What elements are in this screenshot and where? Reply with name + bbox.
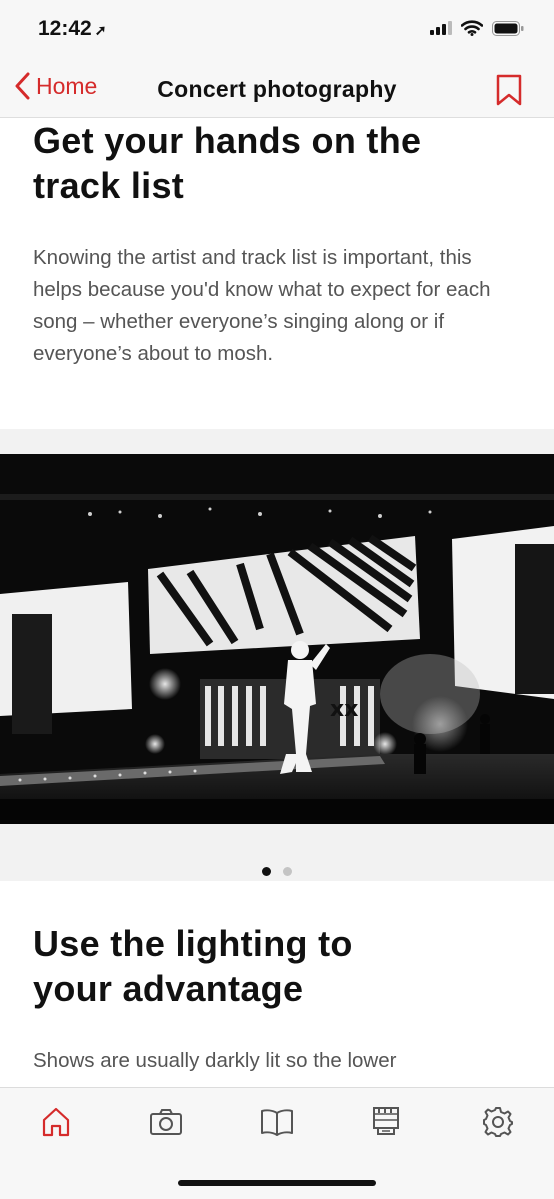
section-body-lighting: Shows are usually darkly lit so the lowe…	[33, 1049, 397, 1072]
concert-photo[interactable]: xx	[0, 454, 554, 824]
tab-settings[interactable]	[478, 1104, 518, 1140]
pagination-dot-2[interactable]	[283, 867, 292, 876]
tab-camera[interactable]	[146, 1104, 186, 1140]
section-heading-lighting: Use the lighting to your advantage	[33, 921, 523, 1011]
pagination-dot-1[interactable]	[262, 867, 271, 876]
status-time-text: 12:42	[38, 17, 92, 40]
gear-icon	[483, 1107, 513, 1137]
signal-icon	[430, 21, 452, 35]
navigation-bar: Home Concert photography	[0, 60, 554, 118]
bookmark-icon	[496, 74, 522, 106]
battery-icon	[492, 20, 524, 36]
camera-icon	[150, 1109, 182, 1135]
heading-line: Use the lighting to	[33, 923, 353, 964]
home-icon	[42, 1107, 70, 1137]
tab-film[interactable]	[366, 1104, 406, 1140]
article-content[interactable]: Get your hands on the track list Knowing…	[0, 119, 554, 1087]
film-icon	[373, 1107, 399, 1135]
page-title: Concert photography	[157, 76, 397, 102]
status-bar: 12:42 ➚	[0, 0, 554, 60]
location-arrow-icon: ➚	[94, 22, 107, 38]
wifi-icon	[461, 20, 483, 36]
status-icons	[430, 20, 524, 36]
status-time: 12:42 ➚	[38, 17, 106, 41]
book-icon	[261, 1109, 293, 1136]
concert-stage-image: xx	[0, 454, 554, 824]
svg-text:xx: xx	[330, 697, 358, 722]
heading-line: your advantage	[33, 968, 304, 1009]
gallery-pagination[interactable]	[0, 867, 554, 876]
home-indicator[interactable]	[178, 1180, 376, 1186]
section-body-tracklist: Knowing the artist and track list is imp…	[33, 246, 491, 365]
section-heading-tracklist: Get your hands on the track list	[33, 119, 523, 208]
bookmark-button[interactable]	[496, 74, 522, 111]
tab-home[interactable]	[36, 1104, 76, 1140]
heading-line: track list	[33, 165, 185, 206]
heading-line: Get your hands on the	[33, 120, 422, 161]
tab-guides[interactable]	[257, 1104, 297, 1140]
